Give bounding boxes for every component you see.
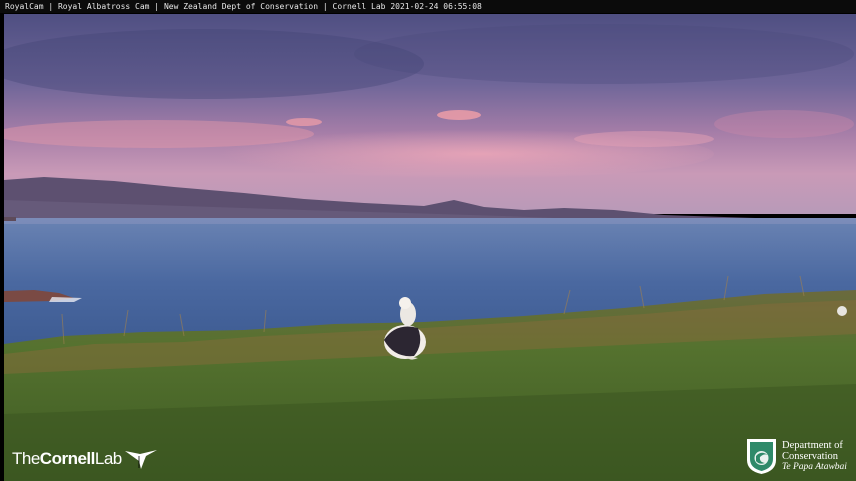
- doc-wordmark: Department of Conservation Te Papa Atawb…: [782, 440, 847, 472]
- doc-emblem-icon: [747, 439, 776, 474]
- bird-icon: [124, 450, 157, 469]
- doc-logo: Department of Conservation Te Papa Atawb…: [746, 438, 847, 475]
- cornell-lab-logo: TheCornellLab: [12, 446, 158, 472]
- camera-caption: RoyalCam | Royal Albatross Cam | New Zea…: [0, 0, 856, 13]
- camera-scene: [4, 14, 856, 481]
- video-frame: RoyalCam | Royal Albatross Cam | New Zea…: [0, 0, 856, 481]
- scene-image: [4, 14, 856, 481]
- cornell-lab-wordmark: TheCornellLab: [12, 449, 122, 468]
